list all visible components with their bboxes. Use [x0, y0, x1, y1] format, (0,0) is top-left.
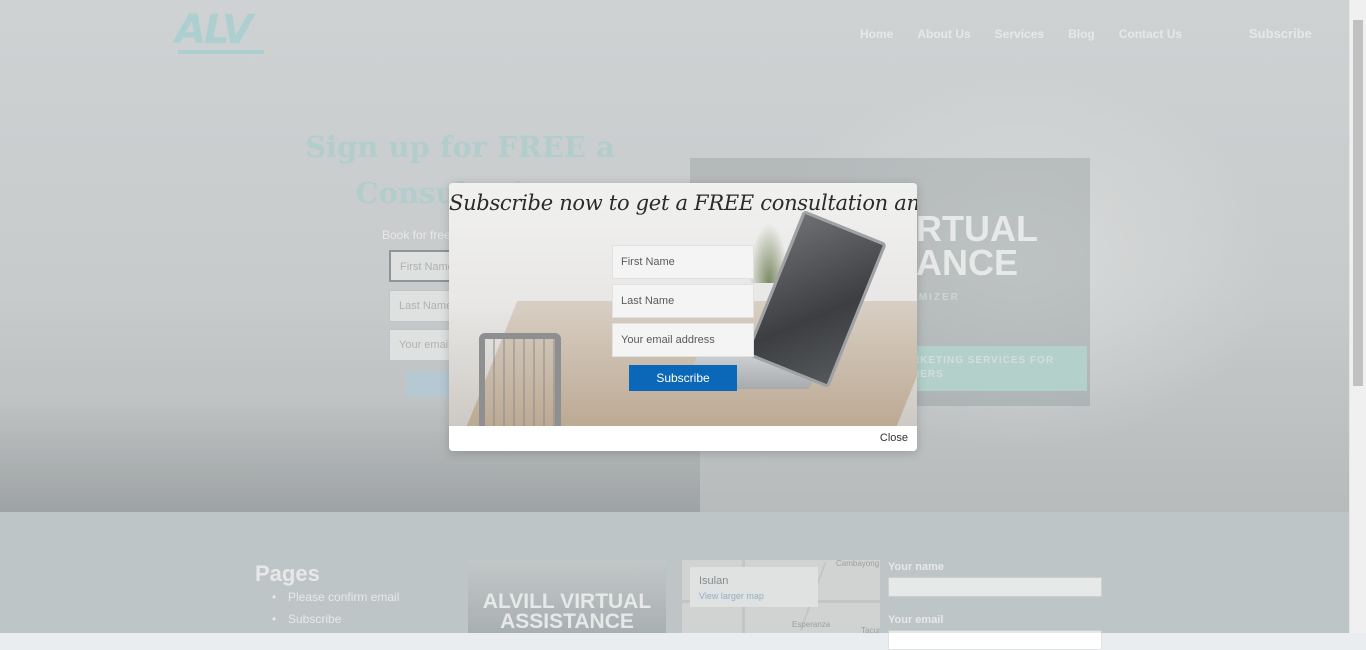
modal-title: Subscribe now to get a FREE consultation…	[449, 191, 917, 215]
modal-last-name-input[interactable]	[612, 284, 754, 318]
modal-first-name-input[interactable]	[612, 245, 754, 279]
modal-close-button[interactable]: Close	[880, 432, 908, 444]
page-scrollbar[interactable]	[1349, 0, 1366, 633]
contact-email-field[interactable]	[888, 630, 1102, 650]
modal-subscribe-button[interactable]: Subscribe	[629, 365, 737, 391]
scrollbar-thumb[interactable]	[1353, 20, 1363, 386]
modal-email-input[interactable]	[612, 323, 754, 357]
modal-footer: Close	[449, 426, 917, 451]
subscribe-modal: Subscribe now to get a FREE consultation…	[449, 183, 917, 451]
chair-image	[479, 333, 561, 426]
